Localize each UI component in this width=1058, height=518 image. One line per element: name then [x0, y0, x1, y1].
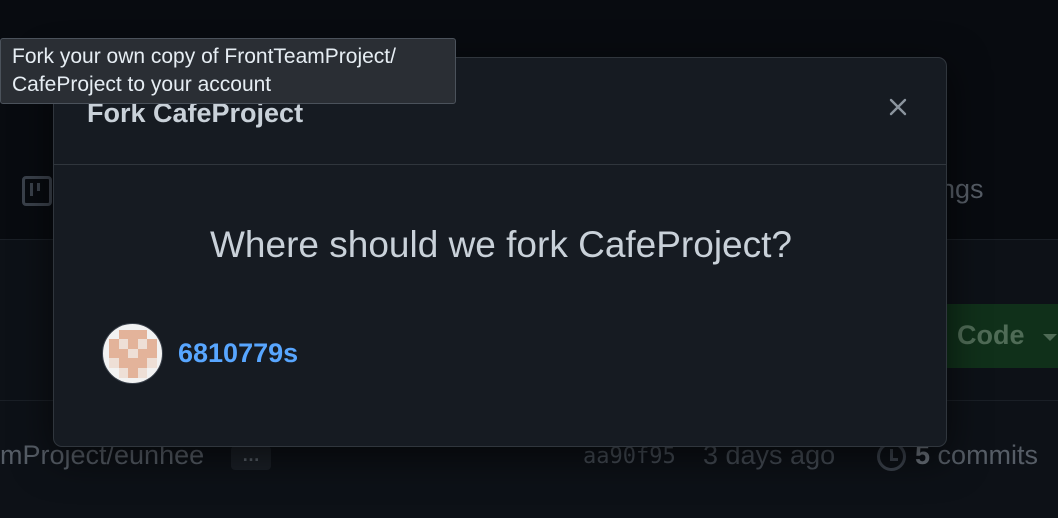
identicon-cell [137, 348, 148, 359]
identicon-cell [128, 348, 138, 359]
identicon-cell [128, 329, 138, 340]
tooltip-line: Fork your own copy of FrontTeamProject/ [12, 45, 396, 68]
identicon-cell [137, 339, 148, 349]
identicon-cell [128, 339, 138, 349]
identicon-cell [137, 329, 148, 340]
projects-icon [22, 176, 52, 206]
avatar [102, 322, 163, 384]
chevron-down-icon [1043, 334, 1057, 341]
code-button-label: Code [957, 320, 1025, 350]
fork-dialog: Fork CafeProject Where should we fork Ca… [53, 57, 947, 447]
identicon-cell [118, 339, 129, 349]
fork-tooltip: Fork your own copy of FrontTeamProject/ … [0, 38, 456, 104]
identicon-cell [128, 358, 138, 368]
fork-destination-question: Where should we fork CafeProject? [210, 224, 792, 265]
identicon-cell [109, 358, 119, 368]
identicon-cell [137, 367, 148, 378]
identicon-cell [118, 367, 129, 378]
tooltip-line: CafeProject to your account [12, 73, 272, 96]
owner-option[interactable]: 6810779s [102, 322, 298, 384]
expand-commit-button[interactable]: … [231, 446, 271, 470]
identicon-cell [137, 358, 148, 368]
identicon-cell [118, 329, 129, 340]
identicon-cell [147, 358, 157, 368]
identicon-cell [109, 348, 119, 359]
close-icon [889, 98, 907, 116]
identicon-cell [109, 367, 119, 378]
dialog-body: Where should we fork CafeProject? 681077… [54, 166, 946, 446]
identicon-cell [128, 367, 138, 378]
identicon-cell [147, 348, 157, 359]
identicon-cell [147, 329, 157, 340]
owner-name-link[interactable]: 6810779s [178, 338, 298, 369]
identicon-cell [109, 329, 119, 340]
identicon-cell [147, 367, 157, 378]
identicon-cell [147, 339, 157, 349]
close-button[interactable] [881, 90, 915, 124]
identicon-avatar-icon [109, 329, 157, 378]
commit-sha-link[interactable]: aa90f95 [583, 444, 676, 469]
identicon-cell [118, 348, 129, 359]
identicon-cell [109, 339, 119, 349]
identicon-cell [118, 358, 129, 368]
page: ngs Code mProject/eunhee … aa90f95 3 day… [0, 0, 1058, 518]
commits-label: commits [937, 440, 1039, 470]
